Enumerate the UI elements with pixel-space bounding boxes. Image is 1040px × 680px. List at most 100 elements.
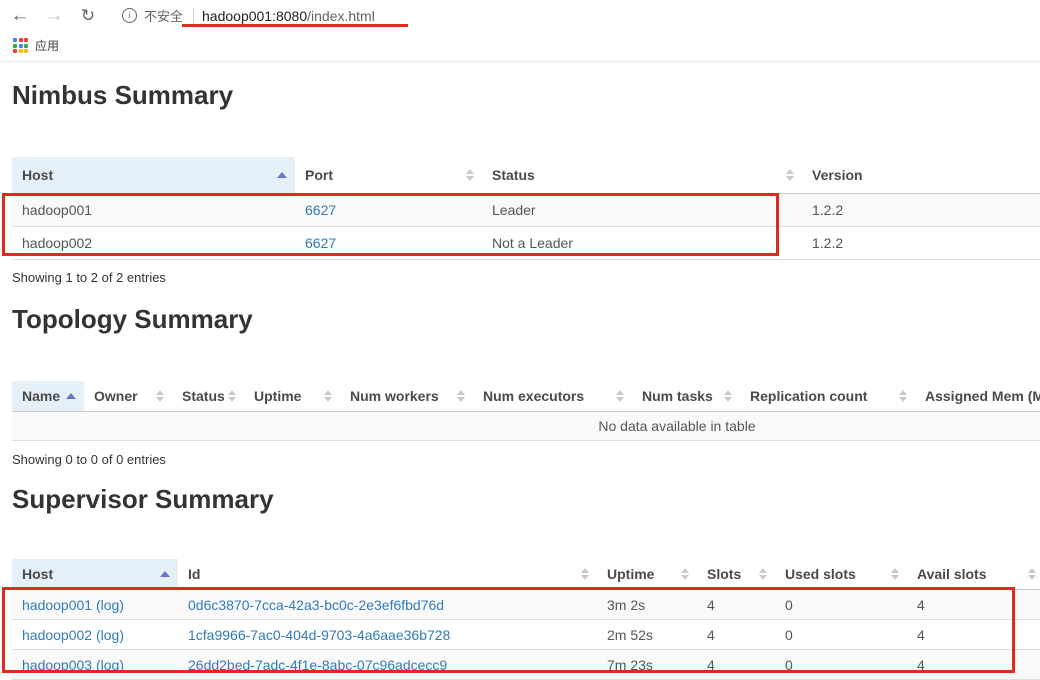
col-label: Id — [188, 566, 201, 582]
cell-version: 1.2.2 — [802, 193, 1040, 227]
host-link[interactable]: hadoop002 — [22, 627, 92, 643]
topology-col-assigned-mem[interactable]: Assigned Mem (MB) — [915, 381, 1040, 412]
topology-col-uptime[interactable]: Uptime — [244, 381, 340, 412]
cell-host: hadoop002 — [12, 226, 295, 260]
col-label: Num tasks — [642, 388, 713, 404]
topology-col-num-executors[interactable]: Num executors — [473, 381, 632, 412]
col-label: Avail slots — [917, 566, 987, 582]
col-label: Slots — [707, 566, 742, 582]
supervisor-col-slots[interactable]: Slots — [697, 559, 775, 590]
cell-avail-slots: 4 — [907, 649, 1040, 680]
col-label: Used slots — [785, 566, 856, 582]
log-link[interactable]: (log) — [96, 597, 124, 613]
sort-asc-icon — [277, 172, 287, 178]
supervisor-header-row: Host Id Uptime Slots Used slots Avail sl… — [12, 559, 1040, 590]
cell-host: hadoop002 (log) — [12, 619, 178, 650]
nimbus-col-version[interactable]: Version — [802, 157, 1040, 194]
topology-col-name[interactable]: Name — [12, 381, 84, 412]
topology-col-num-workers[interactable]: Num workers — [340, 381, 473, 412]
cell-slots: 4 — [697, 589, 775, 620]
cell-host: hadoop001 (log) — [12, 589, 178, 620]
nimbus-col-port[interactable]: Port — [295, 157, 482, 194]
supervisor-col-host[interactable]: Host — [12, 559, 178, 590]
cell-id: 1cfa9966-7ac0-404d-9703-4a6aae36b728 — [178, 619, 597, 650]
cell-used-slots: 0 — [775, 649, 907, 680]
nimbus-col-status[interactable]: Status — [482, 157, 802, 194]
forward-icon[interactable]: → — [42, 6, 66, 25]
supervisor-title: Supervisor Summary — [12, 484, 274, 514]
nimbus-row: hadoop001 6627 Leader 1.2.2 — [12, 193, 1040, 227]
supervisor-id-link[interactable]: 1cfa9966-7ac0-404d-9703-4a6aae36b728 — [188, 627, 450, 643]
host-link[interactable]: hadoop001 — [22, 597, 92, 613]
col-label: Uptime — [607, 566, 655, 582]
cell-port: 6627 — [295, 226, 482, 260]
bookmarks-bar: 应用 — [0, 31, 1040, 60]
address-bar[interactable]: i 不安全 hadoop001:8080/index.html — [122, 6, 375, 25]
col-label: Host — [22, 167, 54, 183]
port-link[interactable]: 6627 — [305, 202, 336, 218]
cell-slots: 4 — [697, 649, 775, 680]
col-label: Num executors — [483, 388, 585, 404]
nimbus-header-row: Host Port Status Version — [12, 157, 1040, 194]
url-text[interactable]: hadoop001:8080/index.html — [202, 8, 375, 24]
sort-asc-icon — [160, 571, 170, 577]
reload-icon[interactable]: ↻ — [76, 7, 100, 24]
col-label: Name — [22, 388, 61, 404]
col-label: Version — [812, 167, 863, 183]
supervisor-table: Host Id Uptime Slots Used slots Avail sl… — [12, 559, 1040, 680]
supervisor-id-link[interactable]: 0d6c3870-7cca-42a3-bc0c-2e3ef6fbd76d — [188, 597, 444, 613]
sort-icon — [616, 390, 624, 402]
url-separator — [193, 7, 195, 24]
sort-icon — [786, 169, 794, 181]
log-link[interactable]: (log) — [96, 627, 124, 643]
host-link[interactable]: hadoop003 — [22, 657, 92, 673]
nimbus-row: hadoop002 6627 Not a Leader 1.2.2 — [12, 226, 1040, 260]
cell-status: Leader — [482, 193, 802, 227]
topology-table: Name Owner Status Uptime Num workers Num… — [12, 381, 1040, 441]
sort-icon — [581, 568, 589, 580]
url-bar-row: ← → ↻ i 不安全 hadoop001:8080/index.html — [0, 0, 1040, 31]
supervisor-row: hadoop003 (log) 26dd2bed-7adc-4f1e-8abc-… — [12, 649, 1040, 680]
col-label: Uptime — [254, 388, 302, 404]
back-icon[interactable]: ← — [8, 6, 32, 25]
cell-used-slots: 0 — [775, 589, 907, 620]
supervisor-col-id[interactable]: Id — [178, 559, 597, 590]
cell-used-slots: 0 — [775, 619, 907, 650]
cell-avail-slots: 4 — [907, 589, 1040, 620]
supervisor-col-avail-slots[interactable]: Avail slots — [907, 559, 1040, 590]
cell-host: hadoop001 — [12, 193, 295, 227]
supervisor-row: hadoop001 (log) 0d6c3870-7cca-42a3-bc0c-… — [12, 589, 1040, 620]
col-label: Assigned Mem (MB) — [925, 388, 1040, 404]
cell-uptime: 3m 2s — [597, 589, 697, 620]
topology-col-num-tasks[interactable]: Num tasks — [632, 381, 740, 412]
supervisor-col-used-slots[interactable]: Used slots — [775, 559, 907, 590]
sort-icon — [899, 390, 907, 402]
cell-status: Not a Leader — [482, 226, 802, 260]
port-link[interactable]: 6627 — [305, 235, 336, 251]
sort-icon — [457, 390, 465, 402]
topology-col-status[interactable]: Status — [172, 381, 244, 412]
apps-bookmark-label[interactable]: 应用 — [35, 37, 59, 54]
apps-grid-icon[interactable] — [13, 38, 28, 53]
col-label: Replication count — [750, 388, 868, 404]
empty-table-message: No data available in table — [12, 411, 1040, 441]
topology-col-owner[interactable]: Owner — [84, 381, 172, 412]
sort-icon — [759, 568, 767, 580]
topology-info: Showing 0 to 0 of 0 entries — [12, 452, 166, 467]
cell-slots: 4 — [697, 619, 775, 650]
sort-icon — [228, 390, 236, 402]
cell-id: 0d6c3870-7cca-42a3-bc0c-2e3ef6fbd76d — [178, 589, 597, 620]
topology-col-replication-count[interactable]: Replication count — [740, 381, 915, 412]
col-label: Host — [22, 566, 54, 582]
supervisor-id-link[interactable]: 26dd2bed-7adc-4f1e-8abc-07c96adcecc9 — [188, 657, 447, 673]
nimbus-table: Host Port Status Version hadoop001 6627 … — [12, 157, 1040, 260]
supervisor-col-uptime[interactable]: Uptime — [597, 559, 697, 590]
info-icon[interactable]: i — [122, 8, 137, 23]
cell-uptime: 2m 52s — [597, 619, 697, 650]
sort-icon — [156, 390, 164, 402]
nimbus-title: Nimbus Summary — [12, 80, 234, 110]
cell-version: 1.2.2 — [802, 226, 1040, 260]
nimbus-col-host[interactable]: Host — [12, 157, 295, 194]
browser-chrome: ← → ↻ i 不安全 hadoop001:8080/index.html 应用 — [0, 0, 1040, 62]
log-link[interactable]: (log) — [96, 657, 124, 673]
